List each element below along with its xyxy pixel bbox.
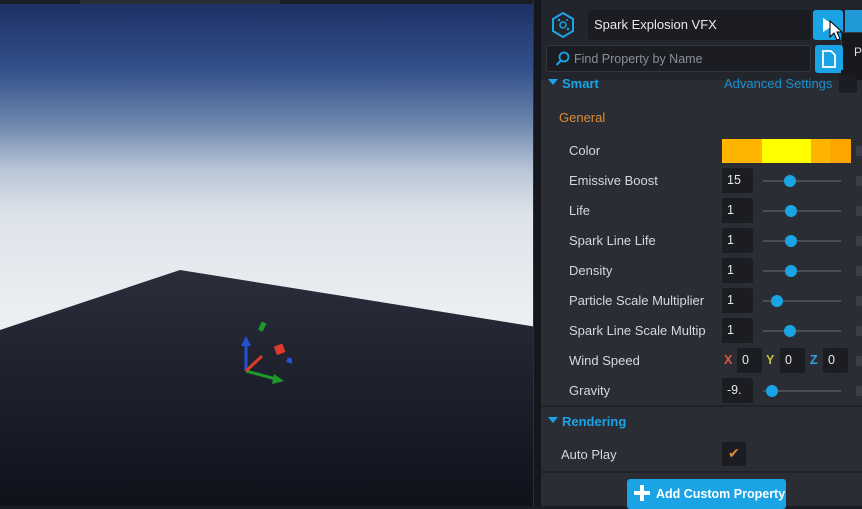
value-text: 1	[727, 323, 734, 337]
axis-z-label: Z	[810, 353, 818, 367]
wind-z-input[interactable]: 0	[823, 348, 848, 373]
transform-gizmo-icon[interactable]	[232, 316, 292, 388]
property-wind-speed: Wind Speed X 0 Y 0 Z 0	[541, 346, 862, 376]
section-rendering[interactable]: Rendering	[541, 408, 862, 436]
property-label: Density	[569, 263, 613, 278]
object-name: Spark Explosion VFX	[594, 17, 717, 32]
properties-panel: Spark Explosion VFX P Find Property by N…	[541, 0, 862, 509]
value-slider[interactable]	[763, 295, 841, 307]
value-slider[interactable]	[763, 235, 841, 247]
document-icon	[822, 50, 836, 68]
value-text: 1	[727, 203, 734, 217]
triangle-down-icon	[548, 417, 558, 423]
checkmark-icon: ✔	[728, 445, 740, 461]
slider-knob[interactable]	[783, 325, 796, 337]
value-text: 15	[727, 173, 741, 187]
property-life: Life 1	[541, 196, 862, 226]
property-label: Spark Line Life	[569, 233, 656, 248]
property-spark-line-life: Spark Line Life 1	[541, 226, 862, 256]
value-text: 1	[727, 293, 734, 307]
property-label: Wind Speed	[569, 353, 640, 368]
section-smart[interactable]: Smart Advanced Settings	[541, 70, 862, 98]
auto-play-label: Auto Play	[561, 447, 617, 462]
reset-button[interactable]	[856, 236, 862, 246]
plus-icon	[634, 485, 650, 501]
property-particle-scale: Particle Scale Multiplier 1	[541, 286, 862, 316]
advanced-settings-label: Advanced Settings	[724, 76, 833, 91]
value-input[interactable]: 1	[722, 318, 753, 343]
search-icon	[555, 51, 570, 66]
slider-knob[interactable]	[785, 205, 798, 217]
document-button[interactable]	[815, 45, 843, 73]
advanced-settings-checkbox[interactable]	[839, 75, 857, 93]
value-slider[interactable]	[763, 385, 841, 397]
reset-button[interactable]	[856, 206, 862, 216]
panel-header: Spark Explosion VFX P Find Property by N…	[541, 0, 862, 80]
property-emissive-boost: Emissive Boost 15	[541, 166, 862, 196]
property-color: Color	[541, 136, 862, 166]
value-input[interactable]: 1	[722, 198, 753, 223]
search-input[interactable]: Find Property by Name	[546, 45, 811, 72]
color-swatch[interactable]	[722, 139, 851, 163]
slider-knob[interactable]	[766, 385, 779, 397]
reset-button[interactable]	[856, 356, 862, 366]
property-label: Particle Scale Multiplier	[569, 293, 705, 308]
value-slider[interactable]	[763, 325, 841, 337]
property-label: Life	[569, 203, 590, 218]
reset-button[interactable]	[856, 176, 862, 186]
value-text: 0	[742, 353, 749, 367]
value-text: 1	[727, 263, 734, 277]
object-name-field[interactable]: Spark Explosion VFX	[588, 10, 811, 40]
slider-knob[interactable]	[785, 265, 798, 277]
value-slider[interactable]	[763, 205, 841, 217]
axis-y-label: Y	[766, 353, 775, 367]
property-label: Emissive Boost	[569, 173, 658, 188]
property-label: Color	[569, 143, 601, 158]
reset-button[interactable]	[856, 326, 862, 336]
section-rendering-label: Rendering	[562, 414, 627, 429]
slider-knob[interactable]	[784, 175, 797, 187]
property-spark-line-scale: Spark Line Scale Multip 1	[541, 316, 862, 346]
reset-button[interactable]	[856, 146, 862, 156]
section-separator	[541, 471, 862, 473]
value-text: 0	[828, 353, 835, 367]
value-input[interactable]: 15	[722, 168, 753, 193]
add-custom-property-button[interactable]: Add Custom Property	[627, 479, 786, 509]
reset-button[interactable]	[856, 266, 862, 276]
value-input[interactable]: 1	[722, 258, 753, 283]
section-smart-label: Smart	[562, 76, 599, 91]
auto-play-checkbox[interactable]: ✔	[722, 442, 746, 466]
add-custom-property-label: Add Custom Property	[656, 487, 786, 501]
value-text: 0	[785, 353, 792, 367]
ground-plane	[0, 270, 537, 506]
search-placeholder: Find Property by Name	[574, 52, 703, 66]
axis-x-label: X	[724, 353, 733, 367]
tooltip: P	[841, 32, 862, 72]
scene-viewport[interactable]	[0, 0, 537, 506]
general-heading: General	[559, 110, 606, 125]
cursor-icon	[829, 20, 843, 41]
reset-button[interactable]	[856, 296, 862, 306]
tooltip-text: P	[854, 45, 862, 59]
slider-knob[interactable]	[771, 295, 784, 307]
slider-knob[interactable]	[785, 235, 798, 247]
value-input[interactable]: -9.	[722, 378, 753, 403]
wind-y-input[interactable]: 0	[780, 348, 805, 373]
wind-x-input[interactable]: 0	[737, 348, 762, 373]
value-slider[interactable]	[763, 265, 841, 277]
property-gravity: Gravity -9.	[541, 376, 862, 406]
property-label: Gravity	[569, 383, 611, 398]
reset-button[interactable]	[856, 386, 862, 396]
property-label: Spark Line Scale Multip	[569, 323, 706, 338]
vfx-logo-icon	[552, 12, 574, 38]
value-input[interactable]: 1	[722, 228, 753, 253]
property-density: Density 1	[541, 256, 862, 286]
value-text: -9.	[727, 383, 742, 397]
section-separator	[541, 405, 862, 407]
value-input[interactable]: 1	[722, 288, 753, 313]
value-text: 1	[727, 233, 734, 247]
value-slider[interactable]	[763, 175, 841, 187]
triangle-down-icon	[548, 79, 558, 85]
